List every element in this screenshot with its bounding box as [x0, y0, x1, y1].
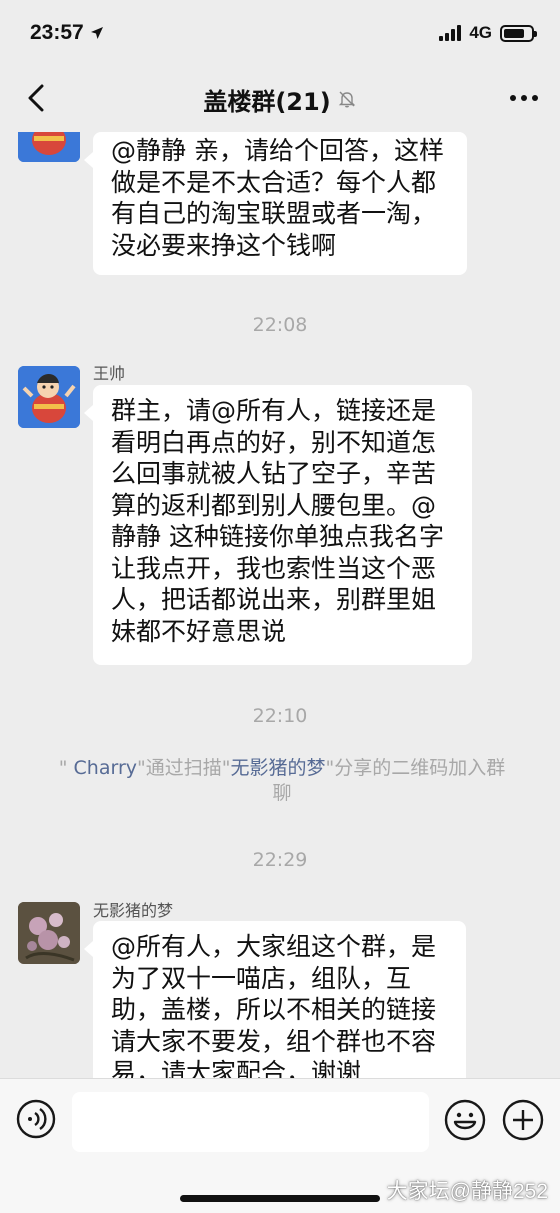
avatar[interactable] — [18, 902, 80, 964]
message-text: @静静 亲，请给个回答，这样做是不是不太合适？每个人都有自己的淘宝联盟或者一淘，… — [111, 136, 444, 260]
joined-user-link[interactable]: Charry — [67, 757, 138, 779]
flower-photo-avatar-icon — [18, 902, 80, 964]
back-button[interactable] — [18, 80, 54, 116]
signal-icon — [439, 25, 462, 41]
chevron-left-icon — [28, 84, 44, 112]
status-indicators: 4G — [439, 23, 537, 43]
avatar[interactable] — [18, 366, 80, 428]
message-input[interactable] — [72, 1092, 429, 1152]
system-text: "通过扫描" — [137, 757, 231, 779]
message-bubble[interactable]: 群主，请@所有人，链接还是看明白再点的好，别不知道怎么回事就被人钻了空子，辛苦算… — [84, 385, 472, 665]
message-text: @所有人，大家组这个群，是为了双十一喵店，组队，互助，盖楼，所以不相关的链接请大… — [111, 932, 437, 1078]
voice-icon — [16, 1099, 56, 1139]
plus-circle-icon — [502, 1099, 544, 1141]
timestamp: 22:08 — [252, 314, 308, 336]
cartoon-avatar-icon — [18, 132, 80, 162]
emoji-icon — [444, 1099, 486, 1141]
watermark: 大家坛@静静252 — [386, 1180, 548, 1203]
nav-title-group: 盖楼群(21) — [203, 82, 356, 117]
add-button[interactable] — [502, 1099, 544, 1141]
bell-slash-icon — [338, 91, 355, 108]
nav-bar: 盖楼群(21) — [0, 66, 560, 132]
sender-name: 无影猪的梦 — [93, 901, 174, 920]
more-button[interactable] — [506, 82, 542, 114]
cartoon-avatar-icon — [18, 366, 80, 428]
status-bar: 23:57 4G — [0, 0, 560, 66]
status-time-group: 23:57 — [30, 21, 104, 45]
status-time: 23:57 — [30, 21, 84, 44]
system-message: " Charry"通过扫描"无影猪的梦"分享的二维码加入群聊 — [52, 756, 512, 806]
location-arrow-icon — [90, 27, 103, 39]
message-bubble[interactable]: @静静 亲，请给个回答，这样做是不是不太合适？每个人都有自己的淘宝联盟或者一淘，… — [84, 132, 467, 275]
sender-name: 王帅 — [93, 364, 126, 383]
chat-area[interactable]: @静静 亲，请给个回答，这样做是不是不太合适？每个人都有自己的淘宝联盟或者一淘，… — [0, 132, 560, 1078]
chat-title: 盖楼群(21) — [203, 87, 331, 116]
inviter-link[interactable]: 无影猪的梦 — [231, 757, 326, 779]
voice-button[interactable] — [16, 1099, 56, 1139]
timestamp: 22:29 — [252, 849, 308, 871]
timestamp: 22:10 — [252, 705, 308, 727]
emoji-button[interactable] — [444, 1099, 486, 1141]
battery-level — [504, 28, 524, 38]
network-type: 4G — [469, 23, 492, 42]
avatar[interactable] — [18, 132, 80, 162]
more-dots-icon — [510, 95, 538, 101]
home-indicator — [180, 1195, 380, 1202]
message-bubble[interactable]: @所有人，大家组这个群，是为了双十一喵店，组队，互助，盖楼，所以不相关的链接请大… — [84, 921, 466, 1078]
message-text: 群主，请@所有人，链接还是看明白再点的好，别不知道怎么回事就被人钻了空子，辛苦算… — [111, 396, 444, 646]
battery-icon — [500, 24, 537, 42]
